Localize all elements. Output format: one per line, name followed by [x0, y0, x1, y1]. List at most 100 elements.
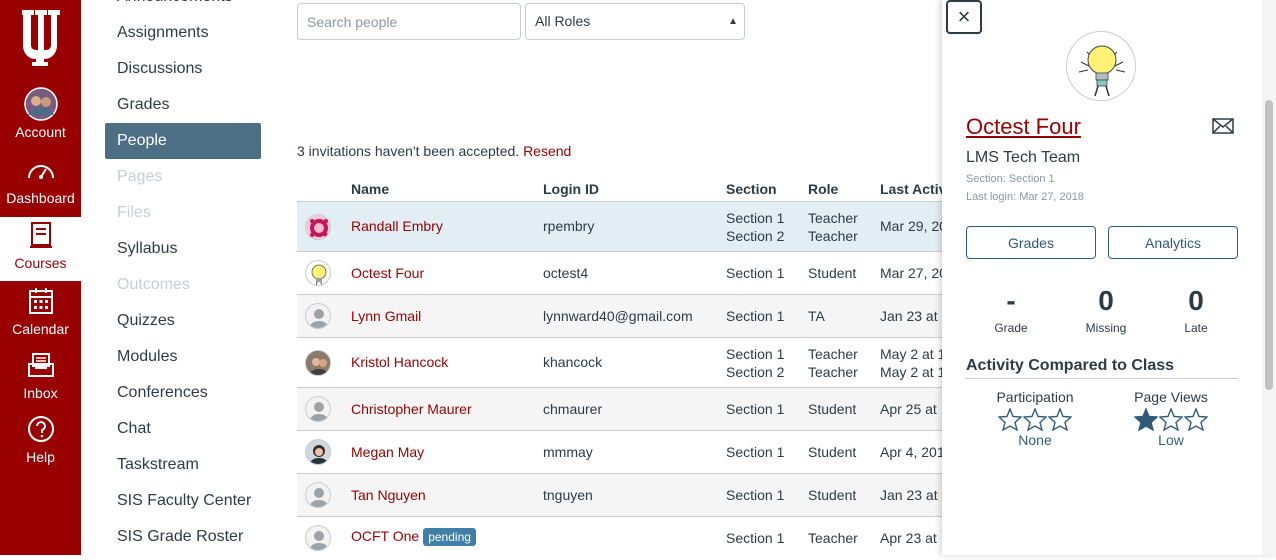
tray-person-name-link[interactable]: Octest Four: [966, 114, 1081, 140]
cnav-people[interactable]: People: [105, 123, 261, 159]
star-empty-icon: [998, 408, 1022, 431]
participation-stars: [965, 408, 1105, 431]
default-avatar: [305, 303, 331, 329]
cnav-grades[interactable]: Grades: [105, 87, 261, 123]
col-name[interactable]: Name: [351, 181, 389, 197]
section-value: Section 1: [726, 346, 785, 362]
section-value: Section 2: [726, 228, 785, 244]
star-filled-icon: [1134, 408, 1158, 431]
login-id: mmmay: [543, 444, 593, 460]
cnav-chat[interactable]: Chat: [105, 411, 261, 447]
table-row[interactable]: Christopher Maurer chmaurer Section 1 St…: [297, 388, 942, 431]
col-role[interactable]: Role: [808, 181, 838, 197]
cnav-taskstream[interactable]: Taskstream: [105, 447, 261, 483]
stat-label: Grade: [994, 321, 1028, 335]
grade-stat: - Grade: [966, 285, 1056, 335]
star-empty-icon: [1023, 408, 1047, 431]
student-context-tray: × Octest Four LMS Tech Team Section: Sec…: [942, 0, 1276, 555]
default-avatar: [305, 525, 331, 551]
cnav-quizzes[interactable]: Quizzes: [105, 303, 261, 339]
lightbulb-avatar: [305, 260, 331, 286]
cnav-discussions[interactable]: Discussions: [105, 51, 261, 87]
gnav-account[interactable]: Account: [0, 86, 81, 150]
section-value: Section 1: [726, 308, 785, 324]
section-value: Section 2: [726, 364, 785, 380]
scrollbar-thumb[interactable]: [1265, 100, 1273, 390]
close-tray-button[interactable]: ×: [946, 0, 982, 34]
gnav-dashboard[interactable]: Dashboard: [0, 152, 81, 216]
col-section[interactable]: Section: [726, 181, 777, 197]
person-name-link[interactable]: Christopher Maurer: [351, 401, 472, 417]
avatar-icon: [23, 86, 58, 122]
tray-section: Section: Section 1: [966, 173, 1055, 185]
photo-avatar: [305, 439, 331, 465]
last-activity: May 2 at 1: [880, 346, 946, 362]
participation-rating: Participation None: [965, 389, 1105, 448]
table-row[interactable]: Randall Embry rpembry Section 1 Section …: [297, 202, 947, 252]
gnav-help[interactable]: Help: [0, 411, 81, 475]
invitations-text: 3 invitations haven't been accepted.: [297, 143, 520, 159]
col-login[interactable]: Login ID: [543, 181, 599, 197]
gnav-label: Calendar: [12, 321, 69, 337]
cnav-sis-grade-roster[interactable]: SIS Grade Roster: [105, 519, 261, 555]
table-row[interactable]: Kristol Hancock khancock Section 1 Secti…: [297, 338, 946, 388]
table-row[interactable]: OCFT One pending Section 1 Teacher Apr 23…: [297, 517, 942, 560]
table-row[interactable]: Octest Four octest4 Section 1 Student Ma…: [297, 252, 947, 295]
role-value: Teacher: [808, 364, 858, 380]
cnav-outcomes[interactable]: Outcomes: [105, 267, 261, 303]
gnav-label: Account: [15, 124, 66, 140]
mail-icon[interactable]: [1212, 118, 1234, 139]
table-row[interactable]: Megan May mmmay Section 1 Student Apr 4,…: [297, 431, 945, 474]
cnav-files[interactable]: Files: [105, 195, 261, 231]
gnav-inbox[interactable]: Inbox: [0, 347, 81, 411]
login-id: chmaurer: [543, 401, 603, 417]
cnav-pages[interactable]: Pages: [105, 159, 261, 195]
last-activity: Mar 27, 20: [880, 265, 947, 281]
cnav-assignments[interactable]: Assignments: [105, 15, 261, 51]
resend-link[interactable]: Resend: [523, 143, 571, 159]
grades-button[interactable]: Grades: [966, 226, 1096, 259]
cnav-conferences[interactable]: Conferences: [105, 375, 261, 411]
select-arrows-icon: ▲: [728, 16, 738, 27]
tray-scrollbar[interactable]: [1262, 0, 1276, 555]
trident-logo[interactable]: [0, 8, 81, 68]
col-last-activity[interactable]: Last Activ: [880, 181, 946, 197]
name-cell: OCFT One pending: [351, 528, 476, 546]
gnav-calendar[interactable]: Calendar: [0, 283, 81, 347]
person-name-link[interactable]: OCFT One: [351, 528, 419, 544]
login-id: rpembry: [543, 218, 595, 234]
person-name-link[interactable]: Lynn Gmail: [351, 308, 421, 324]
cnav-announcements[interactable]: Announcements: [105, 0, 261, 15]
people-table: Name Login ID Section Role Last Activ Ra…: [297, 178, 949, 560]
role-value: Teacher: [808, 228, 858, 244]
gnav-courses[interactable]: Courses: [0, 217, 81, 281]
person-name-link[interactable]: Megan May: [351, 444, 424, 460]
person-name-link[interactable]: Octest Four: [351, 265, 424, 281]
rating-level: Low: [1158, 432, 1184, 448]
gnav-label: Dashboard: [6, 190, 75, 206]
table-row[interactable]: Lynn Gmail lynnward40@gmail.com Section …: [297, 295, 949, 338]
last-activity: Jan 23 at 1: [880, 487, 950, 503]
activity-title: Activity Compared to Class: [966, 357, 1238, 379]
default-avatar: [305, 396, 331, 422]
role-filter-select[interactable]: All Roles ▲: [525, 3, 745, 40]
gnav-label: Courses: [14, 255, 67, 271]
cnav-syllabus[interactable]: Syllabus: [105, 231, 261, 267]
analytics-button[interactable]: Analytics: [1108, 226, 1238, 259]
person-name-link[interactable]: Randall Embry: [351, 218, 443, 234]
section-value: Section 1: [726, 530, 785, 546]
table-row[interactable]: Tan Nguyen tnguyen Section 1 Student Jan…: [297, 474, 949, 517]
help-icon: [27, 411, 55, 447]
star-empty-icon: [1184, 408, 1208, 431]
star-empty-icon: [1048, 408, 1072, 431]
role-value: Teacher: [808, 346, 858, 362]
last-activity: Mar 29, 20: [880, 218, 947, 234]
invitations-notice: 3 invitations haven't been accepted. Res…: [297, 143, 571, 159]
role-value: Student: [808, 265, 857, 281]
cnav-sis-faculty-center[interactable]: SIS Faculty Center: [105, 483, 261, 519]
role-value: Teacher: [808, 530, 858, 546]
cnav-modules[interactable]: Modules: [105, 339, 261, 375]
person-name-link[interactable]: Tan Nguyen: [351, 487, 426, 503]
search-people-input[interactable]: [297, 3, 521, 40]
person-name-link[interactable]: Kristol Hancock: [351, 354, 448, 370]
